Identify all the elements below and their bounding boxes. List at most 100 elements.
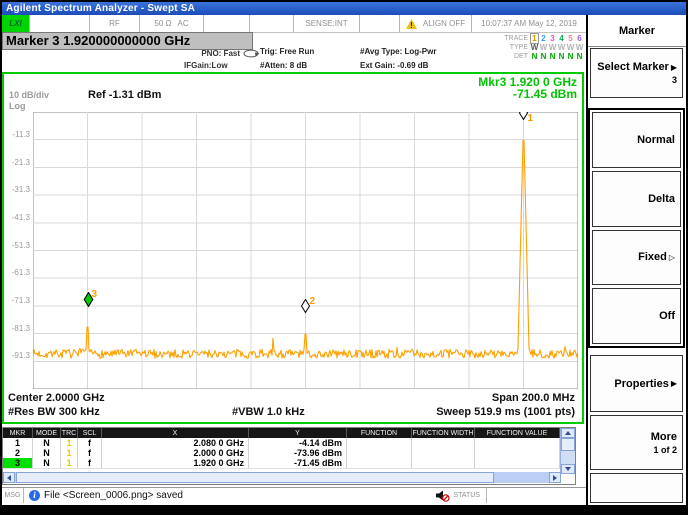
ifgain-annotation: IFGain:Low (184, 61, 228, 70)
trig-annotation: Trig: Free Run (260, 47, 314, 56)
display-area: Mkr3 1.920 0 GHz -71.45 dBm 10 dB/div Lo… (2, 72, 584, 424)
align-warning: ! ALIGN OFF (400, 15, 472, 32)
instrument-window: Agilent Spectrum Analyzer - Swept SA LXI… (0, 0, 688, 515)
y-axis-label: -81.3 (4, 324, 30, 333)
marker-table-row-1[interactable]: 1 N 1 f 2.080 0 GHz -4.14 dBm (3, 438, 575, 448)
center-freq-label: Center 2.0000 GHz (8, 392, 105, 404)
vbw-label: #VBW 1.0 kHz (232, 406, 305, 418)
more-button[interactable]: More 1 of 2 (590, 415, 683, 470)
status-spacer-4 (360, 15, 400, 32)
horizontal-scroll-thumb[interactable] (16, 472, 494, 483)
det-6: N (575, 52, 584, 61)
active-function-readout: Marker 3 1.920000000000 GHz (2, 32, 253, 50)
select-marker-value: 3 (672, 75, 677, 85)
marker-table: MKR MODE TRC SCL X Y FUNCTION FUNCTION W… (2, 427, 576, 485)
type-5: W (566, 43, 575, 52)
clock: 10:07:37 AM May 12, 2019 (472, 15, 586, 32)
submenu-arrow-icon: ▶ (671, 63, 677, 72)
res-bw-label: #Res BW 300 kHz (8, 406, 100, 418)
det-5: N (566, 52, 575, 61)
y-axis-label: -41.3 (4, 213, 30, 222)
status-spacer-3 (250, 15, 294, 32)
message-bar-end (486, 488, 586, 503)
header-mkr: MKR (3, 428, 33, 438)
type-6: W (575, 43, 584, 52)
det-3: N (548, 52, 557, 61)
header-function-value: FUNCTION VALUE (475, 428, 560, 438)
rf-indicator: RF (90, 15, 140, 32)
lxi-indicator: LXI (2, 15, 30, 32)
delta-button[interactable]: Delta (592, 171, 681, 227)
sense-indicator: SENSE:INT (294, 15, 360, 32)
scroll-right-button[interactable] (549, 472, 561, 483)
graticule: 1 2 3 (33, 112, 578, 389)
select-marker-button[interactable]: Select Marker▶ 3 (590, 48, 683, 98)
input-coupling-indicator: 50 Ω AC (140, 15, 204, 32)
trace-3[interactable]: 3 (548, 34, 557, 43)
avg-type-annotation: #Avg Type: Log-Pwr (360, 47, 436, 56)
type-4: W (557, 43, 566, 52)
pno-loop-icon (243, 49, 260, 60)
fixed-button[interactable]: Fixed▷ (592, 230, 681, 286)
y-axis-label: -21.3 (4, 158, 30, 167)
properties-button[interactable]: Properties▶ (590, 355, 683, 412)
header-mode: MODE (33, 428, 61, 438)
submenu-arrow-icon: ▶ (671, 379, 677, 388)
off-button[interactable]: Off (592, 288, 681, 344)
pno-annotation: PNO: Fast (184, 49, 240, 58)
svg-text:!: ! (410, 21, 413, 29)
type-2: W (539, 43, 548, 52)
softkey-panel: Marker Select Marker▶ 3 Normal Delta Fix… (586, 15, 686, 505)
scroll-up-button[interactable] (561, 428, 575, 438)
y-axis-label: -51.3 (4, 241, 30, 250)
down-arrow-icon (565, 467, 571, 471)
marker-number: 3 (92, 290, 98, 300)
marker-table-row-2[interactable]: 2 N 1 f 2.000 0 GHz -73.96 dBm (3, 448, 575, 458)
y-axis-label: -91.3 (4, 351, 30, 360)
msg-label: MSG (2, 488, 24, 503)
warning-icon: ! (406, 19, 417, 29)
right-arrow-icon (553, 475, 557, 481)
y-axis-label: -11.3 (4, 130, 30, 139)
sweep-label: Sweep 519.9 ms (1001 pts) (436, 406, 575, 418)
trace-5[interactable]: 5 (566, 34, 575, 43)
menu-title: Marker (588, 15, 686, 47)
vertical-scroll-thumb[interactable] (561, 438, 575, 451)
scroll-left-button[interactable] (3, 472, 15, 483)
scale-type-label: Log (9, 101, 26, 111)
title-bar: Agilent Spectrum Analyzer - Swept SA (2, 2, 686, 15)
det-2: N (539, 52, 548, 61)
scroll-down-button[interactable] (561, 464, 575, 474)
ref-level-label: Ref -1.31 dBm (88, 89, 161, 101)
type-1: W (530, 43, 539, 52)
status-spacer-1 (30, 15, 90, 32)
coupling-value: AC (177, 19, 188, 28)
speaker-mute-icon (435, 489, 450, 502)
det-1: N (530, 52, 539, 61)
up-arrow-icon (565, 431, 571, 435)
status-label: STATUS (453, 492, 480, 499)
marker-number: 1 (528, 114, 534, 124)
scroll-track[interactable] (494, 472, 549, 483)
info-icon: i (29, 490, 40, 501)
header-x: X (102, 428, 249, 438)
marker-table-row-3[interactable]: 3 N 1 f 1.920 0 GHz -71.45 dBm (3, 458, 575, 468)
trace-4[interactable]: 4 (557, 34, 566, 43)
window-title: Agilent Spectrum Analyzer - Swept SA (6, 3, 195, 14)
table-horizontal-scrollbar[interactable] (3, 472, 561, 483)
trace-6[interactable]: 6 (575, 34, 584, 43)
header-function: FUNCTION (347, 428, 412, 438)
header-y: Y (249, 428, 347, 438)
atten-annotation: #Atten: 8 dB (260, 61, 307, 70)
blank-softkey (590, 473, 683, 503)
ext-gain-annotation: Ext Gain: -0.69 dB (360, 61, 428, 70)
trace-2[interactable]: 2 (539, 34, 548, 43)
marker-mode-group: Normal Delta Fixed▷ Off (588, 108, 685, 348)
table-vertical-scrollbar[interactable] (560, 428, 575, 474)
header-scl: SCL (78, 428, 102, 438)
marker-table-header: MKR MODE TRC SCL X Y FUNCTION FUNCTION W… (3, 428, 575, 438)
message-text: File <Screen_0006.png> saved (44, 490, 183, 501)
det-row: DET N N N N N N (476, 52, 584, 61)
normal-button[interactable]: Normal (592, 112, 681, 168)
y-axis-label: -71.3 (4, 296, 30, 305)
